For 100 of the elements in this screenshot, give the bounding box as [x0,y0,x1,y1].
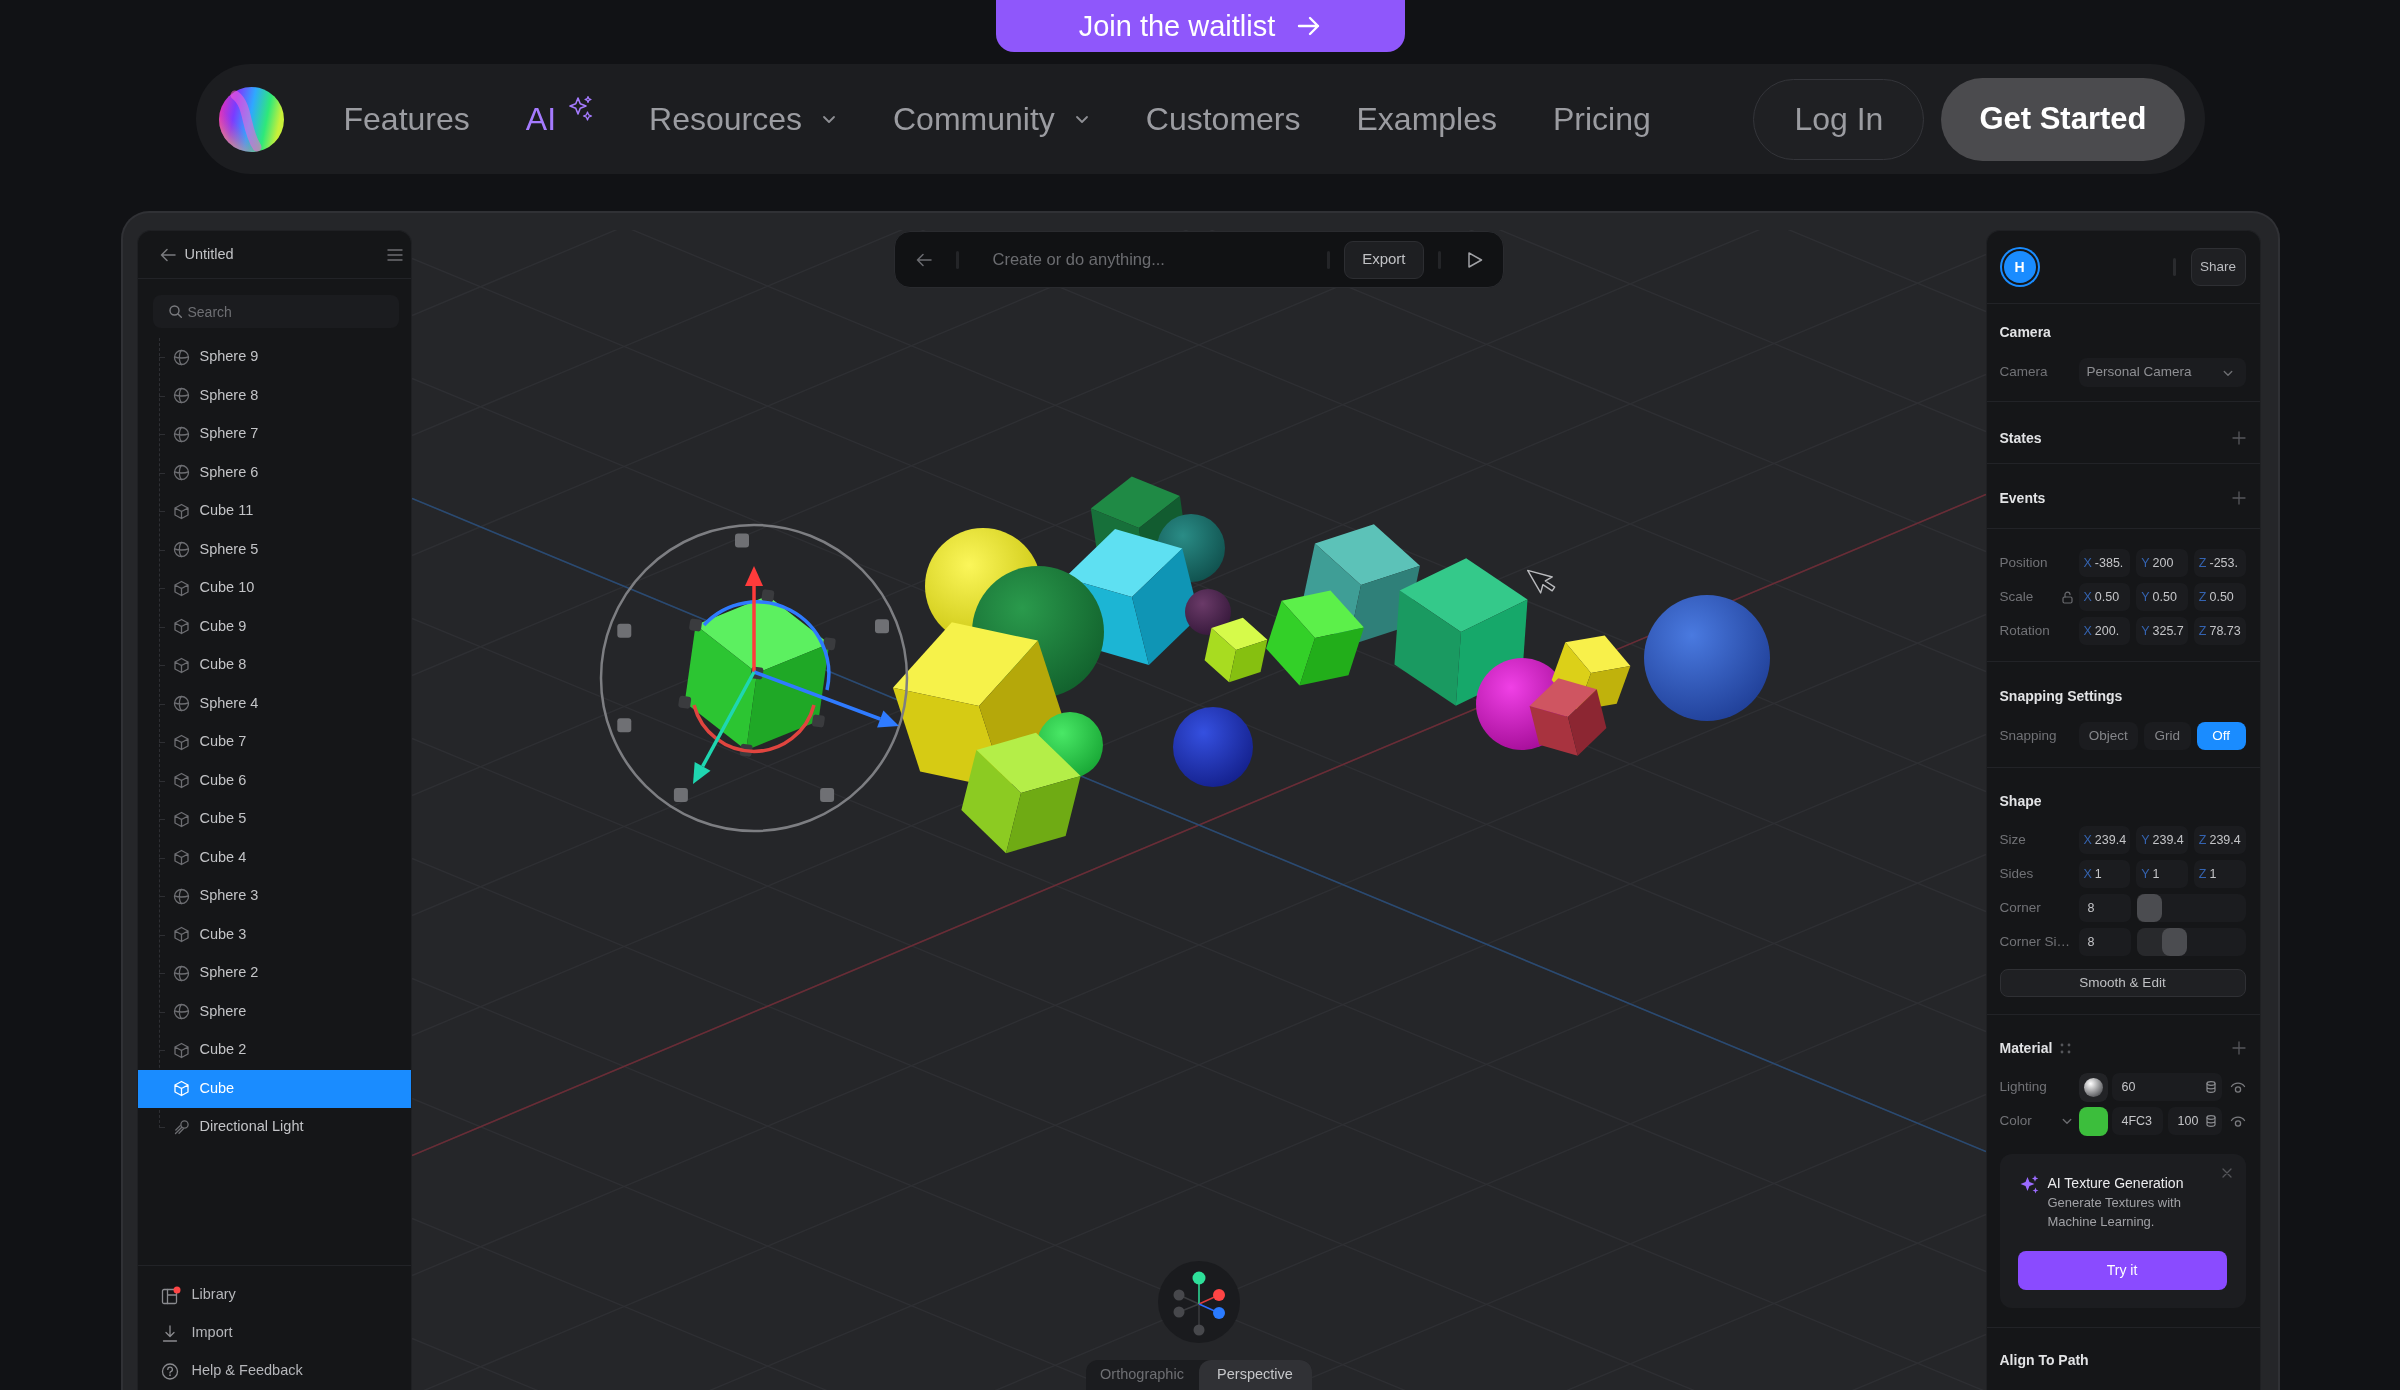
number-field[interactable]: X 239.4 [2078,826,2131,854]
get-started-button[interactable]: Get Started [1941,77,2185,161]
number-field[interactable]: 8 [2078,894,2131,922]
close-icon[interactable] [2221,1168,2232,1178]
share-button[interactable]: Share [2190,248,2246,286]
number-field[interactable]: Z 0.50 [2193,583,2246,611]
library-link[interactable]: Library [137,1276,411,1314]
plus-icon[interactable] [2231,431,2246,445]
layer-item[interactable]: Cube 4 [137,838,411,877]
field-label: Scale [1999,587,2034,606]
layer-item[interactable]: Cube 2 [137,1031,411,1070]
snapping-option[interactable]: Object [2078,722,2138,750]
help-link[interactable]: Help & Feedback [137,1352,411,1390]
menu-icon[interactable] [386,247,403,262]
layer-item[interactable]: Sphere 9 [137,338,411,377]
nav-link[interactable]: Features [343,95,470,143]
layer-item[interactable]: Directional Light [137,1108,411,1147]
back-arrow-icon[interactable] [159,247,176,262]
layer-item[interactable]: Sphere 6 [137,453,411,492]
number-field[interactable]: Y 325.7 [2136,617,2188,645]
cube-icon [172,772,190,790]
waitlist-button[interactable]: Join the waitlist [995,0,1405,52]
number-field[interactable]: X 0.50 [2078,583,2131,611]
eye-icon[interactable] [2229,1080,2246,1094]
eye-icon[interactable] [2229,1114,2246,1128]
slider-track[interactable] [2136,894,2246,922]
cube-icon [172,733,190,751]
number-field[interactable]: Z 239.4 [2193,826,2246,854]
comet-icon [172,1118,190,1136]
back-arrow-icon[interactable] [915,252,932,267]
layer-item[interactable]: Cube 11 [137,492,411,531]
sphere-icon [172,887,190,905]
number-field[interactable]: X -385. [2078,549,2131,577]
hex-field[interactable]: 4FC3 [2111,1107,2163,1135]
layer-item[interactable]: Sphere 5 [137,530,411,569]
view-mode-tab[interactable]: Perspective [1198,1360,1312,1390]
transform-gizmo[interactable] [599,523,908,833]
layer-item[interactable]: Cube 9 [137,607,411,646]
cube-icon [172,849,190,867]
section-title: Material [1999,1038,2053,1058]
nav-link[interactable]: Customers [1145,95,1301,143]
layer-item[interactable]: Sphere 2 [137,954,411,993]
slider-thumb[interactable] [2161,928,2187,956]
try-it-button[interactable]: Try it [2017,1251,2227,1290]
color-swatch-icon[interactable] [2078,1106,2108,1136]
layer-item[interactable]: Cube 5 [137,800,411,839]
number-field[interactable]: Z 78.73 [2193,617,2246,645]
grid-dots-icon [2060,1042,2072,1054]
layer-item[interactable]: Sphere [137,992,411,1031]
number-field[interactable]: Y 1 [2136,860,2188,888]
nav-link[interactable]: Pricing [1553,95,1651,143]
prompt-bar[interactable]: Create or do anything... Export [893,231,1504,288]
section-title: Align To Path [1999,1350,2089,1370]
layer-item[interactable]: Sphere 7 [137,415,411,454]
layer-item[interactable]: Cube 8 [137,646,411,685]
number-field[interactable]: X 1 [2078,860,2131,888]
field-label: Sides [1999,864,2034,883]
camera-dropdown[interactable]: Personal Camera [2078,358,2246,387]
axis-gizmo[interactable] [1156,1260,1241,1344]
layer-item[interactable]: Cube 6 [137,761,411,800]
number-field[interactable]: 60 [2111,1073,2222,1101]
number-field[interactable]: X 200. [2078,617,2131,645]
layer-item[interactable]: Sphere 3 [137,877,411,916]
snapping-option[interactable]: Grid [2143,722,2191,750]
number-field[interactable]: Y 0.50 [2136,583,2188,611]
layer-item[interactable]: Sphere 4 [137,684,411,723]
number-field[interactable]: 8 [2078,928,2131,956]
prompt-field[interactable]: Create or do anything... [988,240,1320,279]
section-title: Camera [1999,322,2051,342]
search-icon [168,305,182,318]
plus-icon[interactable] [2231,491,2246,505]
slider-track[interactable] [2136,928,2246,956]
plus-icon[interactable] [2231,1041,2246,1055]
export-button[interactable]: Export [1344,240,1424,279]
import-link[interactable]: Import [137,1314,411,1352]
login-button[interactable]: Log In [1753,78,1925,160]
nav-menu[interactable]: Resources [649,95,837,143]
smooth-edit-button[interactable]: Smooth & Edit [1999,969,2246,997]
play-icon[interactable] [1466,250,1483,269]
cube-icon [172,579,190,597]
opacity-field[interactable]: 100 [2167,1107,2222,1135]
sparkle-icon [566,94,593,122]
number-field[interactable]: Z -253. [2193,549,2246,577]
number-field[interactable]: Y 239.4 [2136,826,2188,854]
sphere-icon [172,348,190,366]
layer-item[interactable]: Cube 10 [137,569,411,608]
sphere-icon [172,964,190,982]
sphere-shape [1184,589,1231,635]
search-field[interactable]: Search [152,295,399,328]
nav-link[interactable]: AI [525,95,593,143]
number-field[interactable]: Z 1 [2193,860,2246,888]
sphere-icon [172,695,190,713]
sphere-icon [172,387,190,405]
layer-item[interactable]: Cube 7 [137,723,411,762]
slider-thumb[interactable] [2136,894,2162,922]
nav-menu[interactable]: Community [892,95,1090,143]
nav-link[interactable]: Examples [1356,95,1497,143]
layer-item[interactable]: Cube 3 [137,915,411,954]
number-field[interactable]: Y 200 [2136,549,2188,577]
layer-item[interactable]: Sphere 8 [137,376,411,415]
